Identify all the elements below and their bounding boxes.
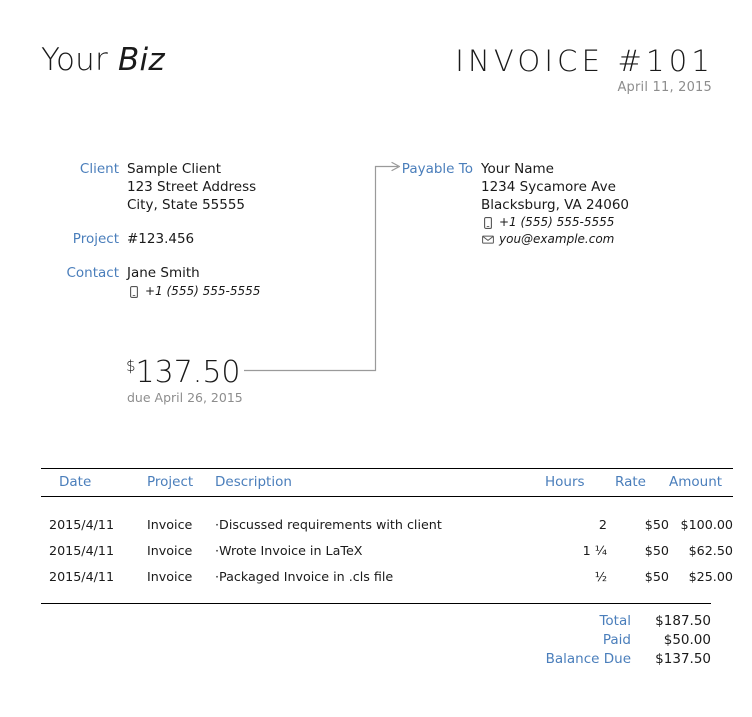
column-header-rate: Rate <box>615 474 646 490</box>
table-row: 2015/4/11 Invoice ·Discussed requirement… <box>41 497 733 538</box>
cell-description-text: Packaged Invoice in .cls file <box>219 568 394 584</box>
line-items-table: Date Project Description Hours Rate Amou… <box>41 468 733 589</box>
contact-row: Contact Jane Smith <box>41 264 271 282</box>
totals-row-paid: Paid $50.00 <box>546 631 711 650</box>
total-label: Total <box>599 613 631 629</box>
cell-amount: $100.00 <box>680 516 733 532</box>
table-header-row: Date Project Description Hours Rate Amou… <box>41 468 733 497</box>
cell-amount: $25.00 <box>688 568 733 584</box>
balance-due-label: Balance Due <box>545 651 631 667</box>
client-name: Sample Client <box>127 161 221 177</box>
column-header-hours: Hours <box>545 474 585 490</box>
column-header-date: Date <box>59 474 92 490</box>
client-label: Client <box>79 161 119 177</box>
payable-to-label: Payable To <box>401 161 473 177</box>
project-value: #123.456 <box>127 231 195 247</box>
project-row: Project #123.456 <box>41 230 271 248</box>
totals-row-balance-due: Balance Due $137.50 <box>546 650 711 669</box>
payee-address-line-1: 1234 Sycamore Ave <box>481 179 616 195</box>
amount-due-number: 137.50 <box>135 355 241 390</box>
payee-name: Your Name <box>481 161 554 177</box>
table-bottom-rule <box>41 603 711 604</box>
connector-diagram <box>244 161 401 372</box>
payee-phone-text: +1 (555) 555-5555 <box>499 215 615 229</box>
invoice-page: Your Biz INVOICE #101 April 11, 2015 Cli… <box>0 0 752 717</box>
label-spacer <box>41 283 119 300</box>
contact-phone: +1 (555) 555-5555 <box>119 283 260 300</box>
payee-email-row: you@example.com <box>383 231 633 248</box>
logo-primary-text: Your <box>41 42 108 78</box>
currency-symbol: $ <box>126 357 136 375</box>
client-info-block: Client Sample Client 123 Street Address … <box>41 160 271 300</box>
cell-hours: ½ <box>594 568 607 584</box>
paid-label: Paid <box>602 632 631 648</box>
column-header-amount: Amount <box>669 474 723 490</box>
mobile-phone-icon <box>481 216 495 229</box>
totals-row-total: Total $187.50 <box>546 612 711 631</box>
contact-phone-row: +1 (555) 555-5555 <box>41 283 271 300</box>
invoice-date: April 11, 2015 <box>617 80 712 95</box>
logo-secondary-text: Biz <box>118 42 165 78</box>
payee-email: you@example.com <box>473 231 614 248</box>
contact-name: Jane Smith <box>127 265 200 281</box>
total-value: $187.50 <box>655 613 711 629</box>
project-label: Project <box>72 231 119 247</box>
payee-phone-row: +1 (555) 555-5555 <box>383 214 633 231</box>
paid-value: $50.00 <box>663 632 711 648</box>
label-spacer <box>383 214 473 231</box>
company-logo: Your Biz <box>41 42 165 78</box>
cell-description: ·Wrote Invoice in LaTeX <box>215 537 545 563</box>
client-row: Client Sample Client 123 Street Address … <box>41 160 271 214</box>
invoice-title: INVOICE #101 <box>455 44 714 78</box>
cell-date: 2015/4/11 <box>49 542 115 558</box>
cell-description: ·Packaged Invoice in .cls file <box>215 563 545 589</box>
amount-due-date: due April 26, 2015 <box>127 390 243 405</box>
cell-description-text: Wrote Invoice in LaTeX <box>219 542 363 558</box>
contact-label: Contact <box>66 265 119 281</box>
amount-due-value: $137.50 <box>126 355 241 390</box>
totals-block: Total $187.50 Paid $50.00 Balance Due $1… <box>411 612 711 669</box>
cell-hours: 1 ¼ <box>582 542 607 558</box>
cell-hours: 2 <box>598 516 607 532</box>
payable-info-block: Payable To Your Name 1234 Sycamore Ave B… <box>383 160 633 248</box>
table-row: 2015/4/11 Invoice ·Packaged Invoice in .… <box>41 563 733 589</box>
client-value: Sample Client 123 Street Address City, S… <box>127 160 256 214</box>
column-header-project: Project <box>147 474 194 490</box>
table-row: 2015/4/11 Invoice ·Wrote Invoice in LaTe… <box>41 537 733 563</box>
mobile-phone-icon <box>127 285 141 298</box>
payee-address-line-2: Blacksburg, VA 24060 <box>481 197 629 213</box>
cell-date: 2015/4/11 <box>49 516 115 532</box>
payee-email-text: you@example.com <box>499 232 615 246</box>
cell-project: Invoice <box>147 568 193 584</box>
cell-date: 2015/4/11 <box>49 568 115 584</box>
cell-description: ·Discussed requirements with client <box>215 497 545 538</box>
payable-row: Payable To Your Name 1234 Sycamore Ave B… <box>383 160 633 214</box>
cell-rate: $50 <box>644 542 669 558</box>
client-address-line-1: 123 Street Address <box>127 179 257 195</box>
contact-phone-text: +1 (555) 555-5555 <box>145 284 261 298</box>
label-spacer <box>383 231 473 248</box>
column-header-description: Description <box>215 474 292 490</box>
payee-phone: +1 (555) 555-5555 <box>473 214 614 231</box>
balance-due-value: $137.50 <box>655 651 711 667</box>
cell-rate: $50 <box>644 568 669 584</box>
client-address-line-2: City, State 55555 <box>127 197 246 213</box>
cell-project: Invoice <box>147 542 193 558</box>
cell-amount: $62.50 <box>688 542 733 558</box>
cell-rate: $50 <box>644 516 669 532</box>
cell-description-text: Discussed requirements with client <box>219 516 442 532</box>
envelope-icon <box>481 235 495 244</box>
payable-value: Your Name 1234 Sycamore Ave Blacksburg, … <box>481 160 629 214</box>
cell-project: Invoice <box>147 516 193 532</box>
